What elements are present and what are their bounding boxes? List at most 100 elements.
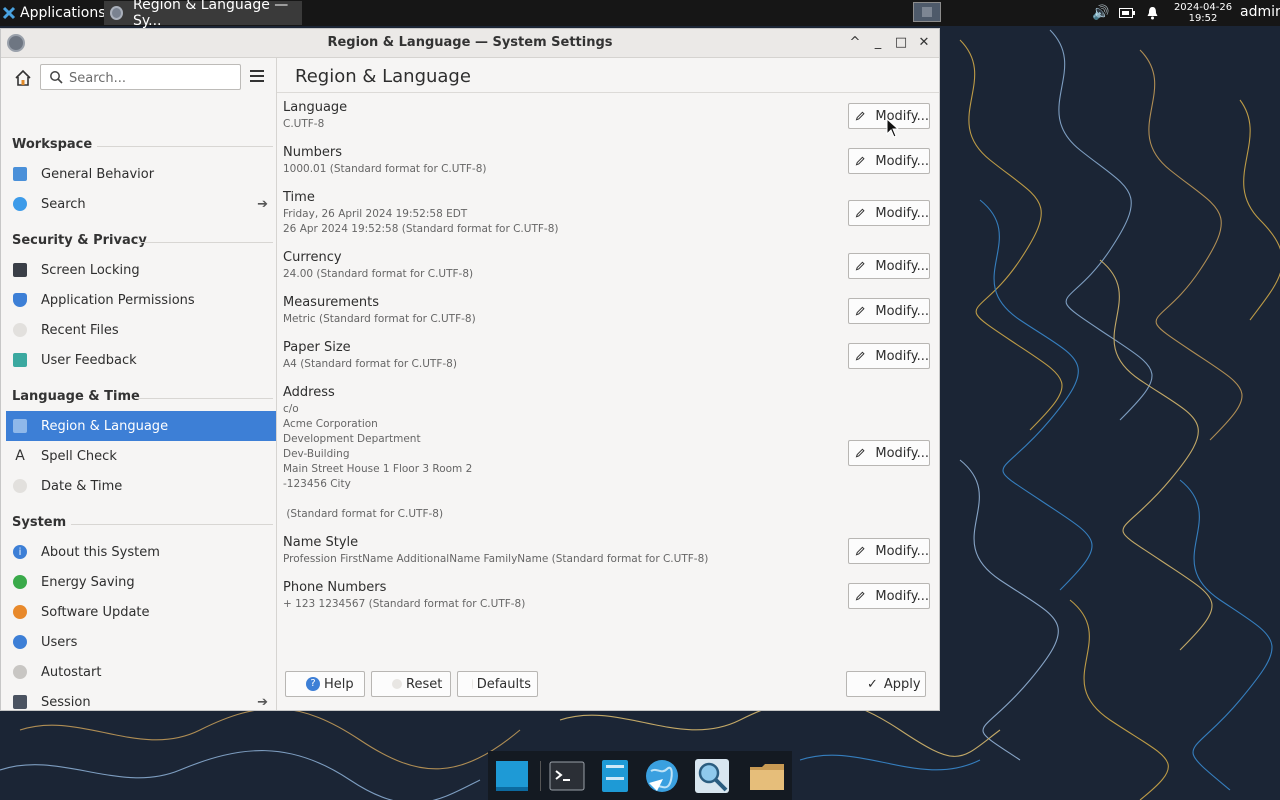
sidebar-item-search[interactable]: Search ➔: [6, 189, 276, 219]
pencil-icon: [855, 111, 865, 121]
modify-label: Modify...: [875, 445, 929, 461]
maximize-button[interactable]: □: [893, 35, 909, 51]
sidebar-item-users[interactable]: Users: [6, 627, 276, 657]
modify-label: Modify...: [875, 108, 929, 124]
session-icon: [13, 695, 27, 709]
modify-address-button[interactable]: Modify...: [848, 440, 930, 466]
setting-label-phone-numbers: Phone Numbers: [283, 580, 387, 595]
sidebar-item-about-this-system[interactable]: i About this System: [6, 537, 276, 567]
modify-phone-numbers-button[interactable]: Modify...: [848, 583, 930, 609]
defaults-icon: [472, 679, 473, 689]
info-icon: i: [13, 545, 27, 559]
flag-icon: [13, 419, 27, 433]
search-icon: [13, 197, 27, 211]
sidebar-item-user-feedback[interactable]: User Feedback: [6, 345, 276, 375]
help-button[interactable]: ? Help: [285, 671, 365, 697]
sidebar-item-label: Search: [41, 196, 86, 212]
sidebar-item-software-update[interactable]: Software Update: [6, 597, 276, 627]
panel-clock[interactable]: 2024-04-26 19:52: [1172, 2, 1234, 24]
category-title: Workspace: [12, 137, 93, 152]
help-icon: ?: [306, 677, 320, 691]
modify-label: Modify...: [875, 258, 929, 274]
folder-icon[interactable]: [748, 757, 786, 795]
pencil-icon: [855, 261, 865, 271]
notification-bell-icon[interactable]: [1146, 6, 1159, 20]
setting-value-measurements: Metric (Standard format for C.UTF-8): [283, 313, 476, 325]
modify-label: Modify...: [875, 588, 929, 604]
modify-paper-size-button[interactable]: Modify...: [848, 343, 930, 369]
search-app-icon[interactable]: [693, 757, 731, 795]
search-field[interactable]: [40, 64, 241, 90]
show-desktop-icon[interactable]: [493, 757, 531, 795]
system-settings-icon: [110, 6, 123, 20]
home-icon[interactable]: [13, 68, 33, 88]
sidebar-item-label: Autostart: [41, 664, 102, 680]
applications-menu-button[interactable]: Applications: [2, 0, 106, 26]
file-manager-icon[interactable]: [596, 757, 634, 795]
window-titlebar[interactable]: Region & Language — System Settings ^ _ …: [1, 29, 939, 58]
setting-label-numbers: Numbers: [283, 145, 342, 160]
feedback-icon: [13, 353, 27, 367]
sidebar-item-label: Region & Language: [41, 418, 169, 434]
sidebar: Workspace General Behavior Search ➔ Secu…: [1, 58, 277, 710]
shade-button[interactable]: ^: [847, 35, 863, 51]
modify-measurements-button[interactable]: Modify...: [848, 298, 930, 324]
taskbar-window-label: Region & Language — Sy...: [132, 0, 289, 29]
setting-label-paper-size: Paper Size: [283, 340, 351, 355]
sidebar-item-general-behavior[interactable]: General Behavior: [6, 159, 276, 189]
defaults-button[interactable]: Defaults: [457, 671, 538, 697]
battery-icon[interactable]: [1119, 7, 1135, 19]
screen-locking-icon: [13, 263, 27, 277]
setting-label-address: Address: [283, 385, 335, 400]
sidebar-item-date-time[interactable]: Date & Time: [6, 471, 276, 501]
category-title: Language & Time: [12, 389, 140, 404]
pencil-icon: [855, 156, 865, 166]
page-title: Region & Language: [295, 66, 471, 87]
modify-label: Modify...: [875, 543, 929, 559]
pencil-icon: [855, 591, 865, 601]
category-workspace: Workspace: [12, 137, 273, 152]
volume-icon[interactable]: 🔊: [1092, 5, 1109, 21]
applications-label: Applications: [20, 5, 106, 21]
modify-name-style-button[interactable]: Modify...: [848, 538, 930, 564]
sidebar-item-region-language[interactable]: Region & Language: [6, 411, 276, 441]
pencil-icon: [855, 306, 865, 316]
recent-files-icon: [13, 323, 27, 337]
category-title: System: [12, 515, 67, 530]
setting-value-address: c/o Acme Corporation Development Departm…: [283, 403, 473, 520]
close-button[interactable]: ✕: [916, 35, 932, 51]
reset-label: Reset: [406, 676, 443, 692]
sidebar-item-autostart[interactable]: Autostart: [6, 657, 276, 687]
minimize-button[interactable]: _: [870, 35, 886, 51]
sidebar-item-label: Energy Saving: [41, 574, 135, 590]
autostart-icon: [13, 665, 27, 679]
pencil-icon: [855, 546, 865, 556]
reset-button[interactable]: Reset: [371, 671, 451, 697]
modify-numbers-button[interactable]: Modify...: [848, 148, 930, 174]
terminal-icon[interactable]: [548, 757, 586, 795]
arrow-right-icon: ➔: [257, 197, 268, 212]
workspace-switcher[interactable]: [913, 2, 941, 22]
setting-label-currency: Currency: [283, 250, 342, 265]
setting-value-language: C.UTF-8: [283, 118, 325, 130]
sidebar-item-label: Application Permissions: [41, 292, 195, 308]
search-input[interactable]: [67, 67, 239, 89]
apply-label: Apply: [883, 676, 921, 692]
modify-currency-button[interactable]: Modify...: [848, 253, 930, 279]
sidebar-item-spell-check[interactable]: A Spell Check: [6, 441, 276, 471]
user-menu[interactable]: admin: [1240, 4, 1280, 20]
sidebar-item-label: Software Update: [41, 604, 150, 620]
modify-time-button[interactable]: Modify...: [848, 200, 930, 226]
sidebar-item-screen-locking[interactable]: Screen Locking: [6, 255, 276, 285]
hamburger-menu-icon[interactable]: [250, 70, 264, 82]
setting-label-measurements: Measurements: [283, 295, 380, 310]
apply-button[interactable]: ✓ Apply: [846, 671, 926, 697]
sidebar-item-label: Recent Files: [41, 322, 119, 338]
sidebar-item-session[interactable]: Session ➔: [6, 687, 276, 717]
taskbar-window-button[interactable]: Region & Language — Sy...: [104, 0, 302, 29]
sidebar-item-application-permissions[interactable]: Application Permissions: [6, 285, 276, 315]
sidebar-item-energy-saving[interactable]: Energy Saving: [6, 567, 276, 597]
sidebar-item-recent-files[interactable]: Recent Files: [6, 315, 276, 345]
web-browser-icon[interactable]: [643, 757, 681, 795]
users-icon: [13, 635, 27, 649]
